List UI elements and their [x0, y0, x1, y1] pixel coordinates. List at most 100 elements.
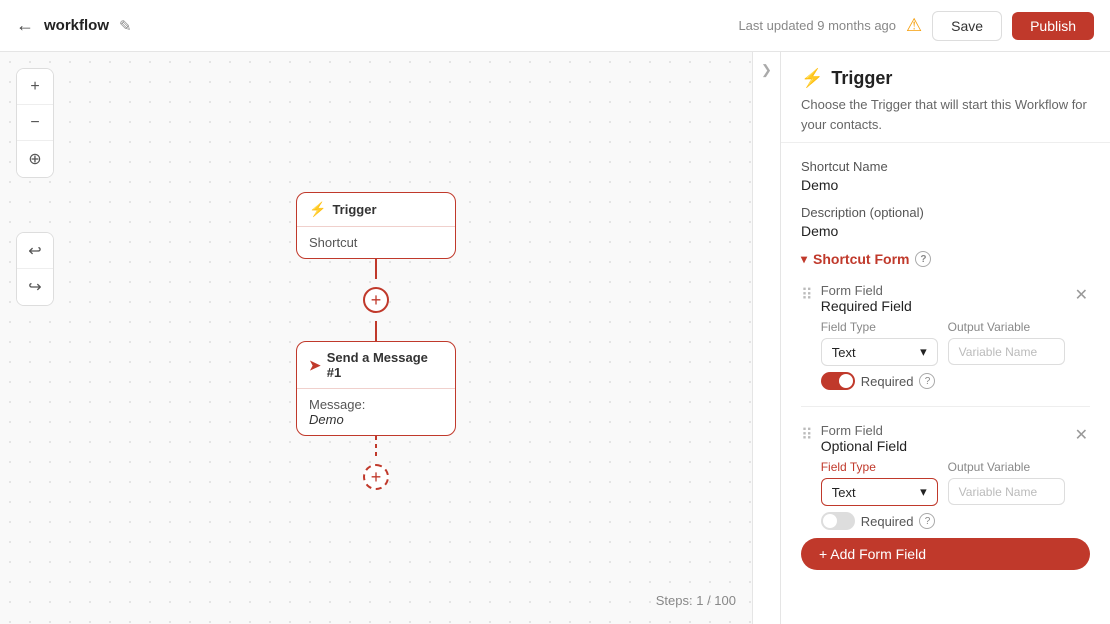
form-field-2-var-col: Output Variable Variable Name [948, 460, 1065, 506]
back-button[interactable]: ← [16, 15, 34, 36]
form-field-2-var-placeholder: Variable Name [959, 485, 1037, 499]
trigger-node-shortcut: Shortcut [309, 235, 357, 250]
form-field-1-required-help-icon[interactable]: ? [919, 373, 935, 389]
connector-2 [375, 321, 377, 341]
form-field-2-var-label: Output Variable [948, 460, 1065, 474]
form-field-2-name: Optional Field [821, 438, 1065, 454]
trigger-node-body: Shortcut [297, 227, 455, 258]
form-field-2-inner: Form Field Optional Field Field Type Tex… [821, 423, 1065, 530]
shortcut-name-field: Shortcut Name Demo [801, 159, 1090, 193]
description-label: Description (optional) [801, 205, 1090, 220]
trigger-node-icon: ⚡ [309, 201, 326, 218]
trigger-node[interactable]: ⚡ Trigger Shortcut [296, 192, 456, 259]
zoom-in-button[interactable]: + [17, 69, 53, 105]
edit-title-button[interactable]: ✎ [119, 17, 132, 35]
topbar-right: Last updated 9 months ago ⚠ Save Publish [738, 11, 1094, 41]
panel-collapse-button[interactable]: ❯ [752, 52, 780, 624]
topbar: ← workflow ✎ Last updated 9 months ago ⚠… [0, 0, 1110, 52]
panel-description: Choose the Trigger that will start this … [801, 95, 1090, 134]
warning-icon: ⚠ [906, 15, 922, 36]
form-field-2-required-help-icon[interactable]: ? [919, 513, 935, 529]
toggle-knob-2 [823, 514, 837, 528]
drag-icon-2[interactable]: ⠿ [801, 425, 813, 445]
form-field-1-type-select[interactable]: Text ▾ [821, 338, 938, 366]
form-field-1: ⠿ Form Field Required Field Field Type T… [801, 283, 1090, 390]
panel-content: Shortcut Name Demo Description (optional… [781, 143, 1110, 283]
form-field-1-type-label: Field Type [821, 320, 938, 334]
add-node-button-2[interactable]: + [363, 464, 389, 490]
form-field-2-type-select[interactable]: Text ▾ [821, 478, 938, 506]
message-value: Demo [309, 412, 344, 427]
publish-button[interactable]: Publish [1012, 12, 1094, 40]
topbar-left: ← workflow ✎ [16, 15, 726, 36]
page-title: workflow [44, 17, 109, 34]
divider-1 [801, 406, 1090, 407]
message-label: Message: [309, 397, 365, 412]
message-node[interactable]: ➤ Send a Message #1 Message: Demo [296, 341, 456, 436]
form-field-2-required-toggle[interactable] [821, 512, 855, 530]
panel-header: ⚡ Trigger Choose the Trigger that will s… [781, 52, 1110, 143]
form-field-1-close-button[interactable]: ✕ [1073, 283, 1090, 307]
form-field-2-type-row: Field Type Text ▾ Output Variable Variab… [821, 460, 1065, 506]
fit-button[interactable]: ⊕ [17, 141, 53, 177]
shortcut-form-help-icon[interactable]: ? [915, 251, 931, 267]
form-field-2-row: ⠿ Form Field Optional Field Field Type T… [801, 423, 1090, 530]
zoom-out-button[interactable]: − [17, 105, 53, 141]
form-field-2-type-value: Text [832, 485, 856, 500]
drag-icon-1[interactable]: ⠿ [801, 285, 813, 305]
form-field-2-required-row: Required ? [821, 512, 1065, 530]
undo-redo-controls: ↩ ↪ [16, 232, 54, 306]
form-field-2-type-label: Field Type [821, 460, 938, 474]
form-field-1-type-col: Field Type Text ▾ [821, 320, 938, 366]
form-field-2-label: Form Field [821, 423, 883, 438]
shortcut-form-label: Shortcut Form [813, 251, 909, 267]
message-node-header: ➤ Send a Message #1 [297, 342, 455, 389]
workflow-canvas[interactable]: + − ⊕ ↩ ↪ ⚡ Trigger Shortcut + [0, 52, 752, 624]
form-field-1-inner: Form Field Required Field Field Type Tex… [821, 283, 1065, 390]
form-field-1-label: Form Field [821, 283, 883, 298]
steps-counter: Steps: 1 / 100 [656, 593, 736, 608]
form-field-1-type-value: Text [832, 345, 856, 360]
form-field-2-required-label: Required [861, 514, 914, 529]
panel-title-icon: ⚡ [801, 68, 823, 89]
chevron-down-icon: ▾ [801, 252, 807, 266]
chevron-down-icon-2: ▾ [920, 484, 927, 500]
trigger-node-title: Trigger [332, 202, 376, 217]
toggle-knob-1 [839, 374, 853, 388]
shortcut-name-value: Demo [801, 177, 1090, 193]
description-field: Description (optional) Demo [801, 205, 1090, 239]
form-field-1-var-input[interactable]: Variable Name [948, 338, 1065, 365]
form-field-1-name: Required Field [821, 298, 1065, 314]
form-field-1-required-row: Required ? [821, 372, 1065, 390]
form-field-2-var-input[interactable]: Variable Name [948, 478, 1065, 505]
last-updated-status: Last updated 9 months ago [738, 18, 896, 33]
form-field-1-required-toggle[interactable] [821, 372, 855, 390]
message-node-body: Message: Demo [297, 389, 455, 435]
undo-button[interactable]: ↩ [17, 233, 53, 269]
trigger-node-header: ⚡ Trigger [297, 193, 455, 227]
redo-button[interactable]: ↪ [17, 269, 53, 305]
add-node-button-1[interactable]: + [363, 287, 389, 313]
form-field-1-header: Form Field [821, 283, 1065, 298]
form-field-1-var-label: Output Variable [948, 320, 1065, 334]
form-field-1-required-label: Required [861, 374, 914, 389]
shortcut-form-section-header[interactable]: ▾ Shortcut Form ? [801, 251, 1090, 267]
right-panel: ⚡ Trigger Choose the Trigger that will s… [780, 52, 1110, 624]
panel-title: ⚡ Trigger [801, 68, 1090, 89]
add-form-field-button[interactable]: + Add Form Field [801, 538, 1090, 570]
form-field-1-var-placeholder: Variable Name [959, 345, 1037, 359]
description-value: Demo [801, 223, 1090, 239]
connector-3 [375, 436, 377, 456]
form-fields-container: ⠿ Form Field Required Field Field Type T… [781, 283, 1110, 530]
form-field-1-row: ⠿ Form Field Required Field Field Type T… [801, 283, 1090, 390]
form-field-2-close-button[interactable]: ✕ [1073, 423, 1090, 447]
form-field-1-var-col: Output Variable Variable Name [948, 320, 1065, 366]
zoom-controls: + − ⊕ [16, 68, 54, 178]
trigger-node-container: ⚡ Trigger Shortcut + ➤ Send a Message #1… [296, 192, 456, 498]
collapse-icon: ❯ [761, 62, 772, 78]
form-field-2-type-col: Field Type Text ▾ [821, 460, 938, 506]
panel-title-text: Trigger [831, 68, 892, 89]
chevron-down-icon-1: ▾ [920, 344, 927, 360]
save-button[interactable]: Save [932, 11, 1002, 41]
shortcut-name-label: Shortcut Name [801, 159, 1090, 174]
